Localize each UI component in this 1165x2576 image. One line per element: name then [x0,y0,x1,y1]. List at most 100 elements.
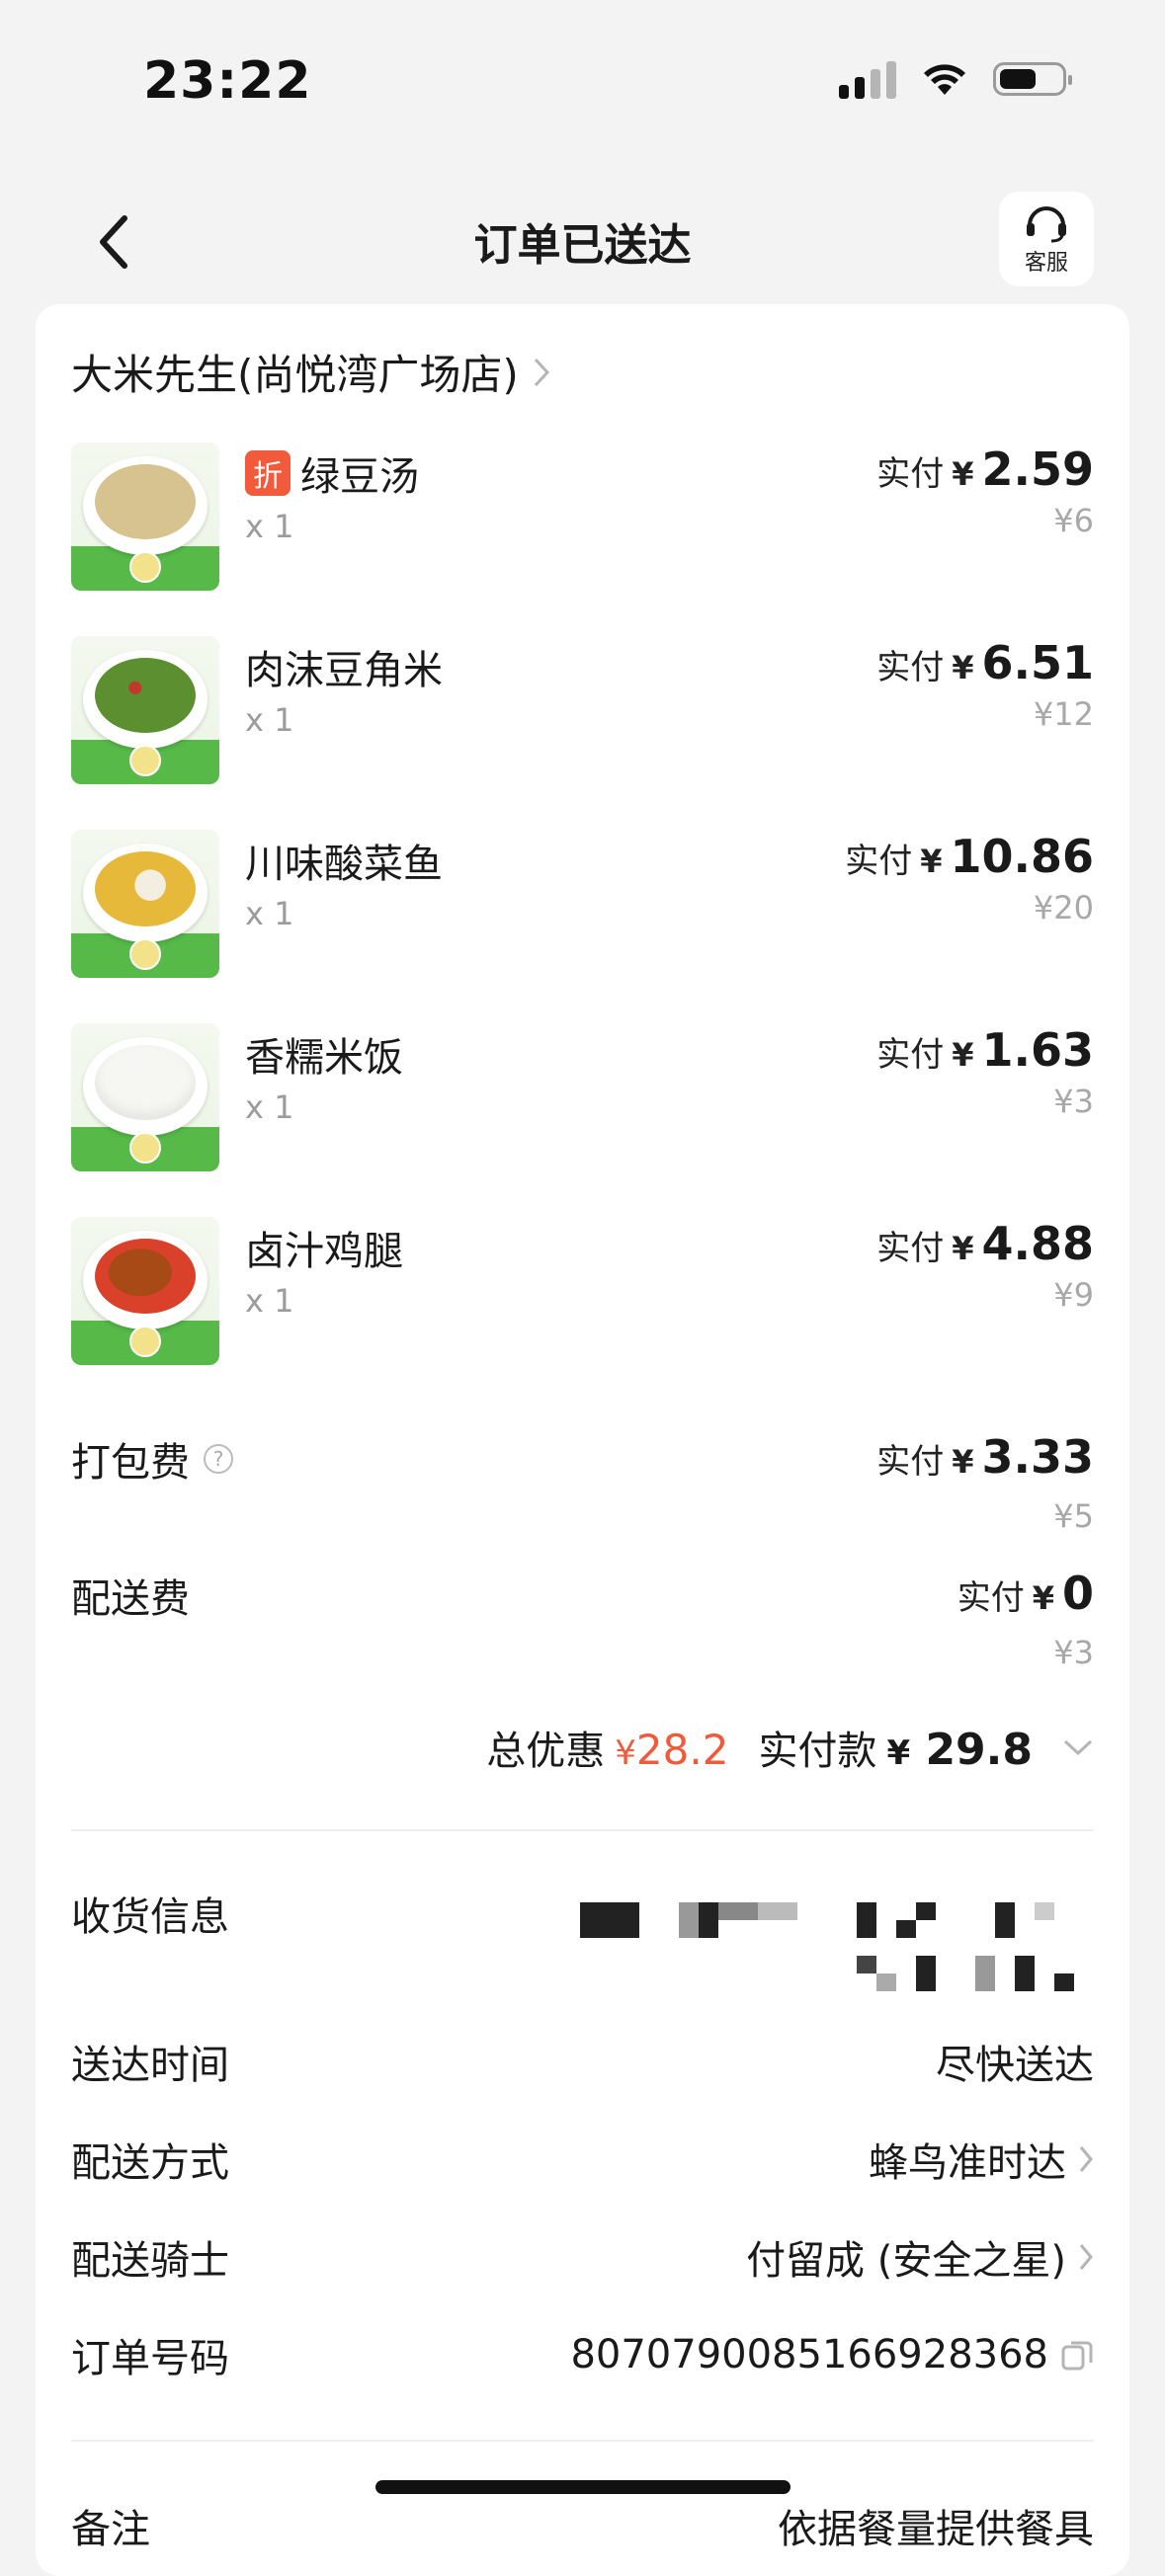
dish-image [71,636,219,784]
chevron-right-icon [534,358,549,386]
paid-amount: 0 [1061,1567,1094,1620]
order-item[interactable]: 香糯米饭 x 1 实付 ¥ 1.63 ¥3 [71,1023,1094,1217]
currency-symbol: ¥ [920,843,943,880]
rider-label: 配送骑士 [71,2238,229,2284]
battery-icon [993,62,1072,96]
receive-info-redacted [580,1885,1094,1993]
customer-service-label: 客服 [1024,251,1068,276]
order-item[interactable]: 肉沫豆角米 x 1 实付 ¥ 6.51 ¥12 [71,636,1094,830]
order-item[interactable]: 川味酸菜鱼 x 1 实付 ¥ 10.86 ¥20 [71,830,1094,1023]
original-price: ¥5 [1053,1497,1094,1535]
copy-icon[interactable] [1060,2338,1094,2372]
total-discount-amount: 28.2 [635,1726,729,1774]
item-name: 香糯米饭 [245,1035,403,1081]
currency-symbol: ¥ [952,1230,974,1267]
cellular-signal-icon [839,59,896,99]
dish-image [71,443,219,591]
chevron-right-icon [1079,2146,1093,2172]
paid-label: 实付 [876,1035,945,1075]
paid-label: 实付 [957,1578,1025,1618]
packing-fee-price: 实付 ¥ 3.33 ¥5 [876,1430,1094,1535]
original-price: ¥3 [1053,1634,1094,1671]
packing-fee-label: 打包费 [71,1440,190,1486]
status-bar: 23:22 [0,0,1165,148]
paid-amount: 10.86 [950,830,1094,883]
store-name: 大米先生(尚悦湾广场店) [71,351,519,399]
item-price: 实付 ¥ 6.51 ¥12 [876,636,1094,733]
page-title: 订单已送达 [473,220,692,271]
item-name: 川味酸菜鱼 [245,842,443,887]
packing-fee-row: 打包费 ? 实付 ¥ 3.33 ¥5 [71,1430,1094,1535]
delivery-fee-label: 配送费 [71,1576,190,1622]
paid-label: 实付 [876,1229,945,1268]
paid-amount: 4.88 [981,1217,1095,1270]
paid-label: 实付 [876,454,945,494]
store-link[interactable]: 大米先生(尚悦湾广场店) [71,342,550,402]
original-price: ¥6 [1053,502,1094,539]
currency-symbol: ¥ [1032,1579,1054,1617]
delivery-method-row[interactable]: 配送方式 蜂鸟准时达 [71,2131,1094,2188]
paid-amount: 3.33 [981,1430,1095,1484]
divider [71,2440,1094,2442]
item-price: 实付 ¥ 2.59 ¥6 [876,443,1094,539]
delivery-fee-row: 配送费 实付 ¥ 0 ¥3 [71,1567,1094,1671]
discount-badge: 折 [245,450,291,496]
help-icon[interactable]: ? [204,1444,233,1474]
original-price: ¥9 [1053,1276,1094,1314]
order-item[interactable]: 卤汁鸡腿 x 1 实付 ¥ 4.88 ¥9 [71,1217,1094,1410]
nav-header: 订单已送达 客服 [0,188,1165,296]
currency-symbol: ¥ [952,1443,974,1481]
paid-amount: 1.63 [981,1023,1095,1077]
item-name: 卤汁鸡腿 [245,1229,403,1274]
receive-info-row: 收货信息 [71,1885,1094,1993]
item-quantity: x 1 [245,1282,294,1320]
order-item[interactable]: 折 绿豆汤 x 1 实付 ¥ 2.59 ¥6 [71,443,1094,636]
item-price: 实付 ¥ 4.88 ¥9 [876,1217,1094,1314]
delivery-time-value: 尽快送达 [936,2043,1094,2088]
dish-image [71,830,219,978]
rider-row[interactable]: 配送骑士 付留成 (安全之星) [71,2228,1094,2286]
chevron-right-icon [1079,2244,1093,2270]
order-number-label: 订单号码 [71,2336,229,2381]
receive-info-label: 收货信息 [71,1894,229,1940]
order-card: 大米先生(尚悦湾广场店) 折 绿豆汤 x 1 实付 ¥ 2.59 ¥6 肉沫豆角… [36,304,1129,2576]
item-quantity: x 1 [245,895,294,932]
totals-row[interactable]: 总优惠 ¥28.2 实付款 ¥ 29.8 [486,1719,1094,1776]
order-number-value: 8070790085166928368 [570,2332,1048,2377]
customer-service-button[interactable]: 客服 [999,192,1094,286]
paid-amount: 2.59 [981,443,1095,496]
item-price: 实付 ¥ 10.86 ¥20 [845,830,1094,926]
headset-icon [1027,206,1066,243]
total-paid-amount: 29.8 [925,1725,1033,1775]
currency-symbol: ¥ [952,1036,974,1074]
divider [71,1829,1094,1831]
total-discount: ¥28.2 [615,1726,728,1774]
paid-label: 实付 [876,648,945,687]
paid-label: 实付 [876,1442,945,1482]
paid-label: 实付 [845,842,913,881]
home-indicator [375,2480,791,2494]
original-price: ¥20 [1033,889,1094,926]
original-price: ¥3 [1053,1083,1094,1120]
wifi-icon [924,64,965,95]
currency-symbol: ¥ [952,455,974,493]
delivery-fee-price: 实付 ¥ 0 ¥3 [957,1567,1094,1671]
original-price: ¥12 [1033,695,1094,733]
currency-symbol: ¥ [952,649,974,686]
note-row: 备注 依据餐量提供餐具 [71,2497,1094,2554]
item-name: 绿豆汤 [300,454,419,500]
chevron-down-icon [1063,1739,1093,1756]
dish-image [71,1217,219,1365]
delivery-method-label: 配送方式 [71,2140,229,2186]
order-items: 折 绿豆汤 x 1 实付 ¥ 2.59 ¥6 肉沫豆角米 x 1 实付 ¥ 6.… [71,443,1094,1410]
total-paid: ¥ 29.8 [886,1725,1033,1775]
currency-symbol: ¥ [886,1733,911,1773]
delivery-time-label: 送达时间 [71,2043,229,2088]
paid-amount: 6.51 [981,636,1095,689]
note-value: 依据餐量提供餐具 [778,2507,1094,2552]
total-discount-label: 总优惠 [486,1729,606,1774]
delivery-method-value: 蜂鸟准时达 [869,2140,1066,2186]
item-price: 实付 ¥ 1.63 ¥3 [876,1023,1094,1120]
item-quantity: x 1 [245,1088,294,1126]
dish-image [71,1023,219,1171]
